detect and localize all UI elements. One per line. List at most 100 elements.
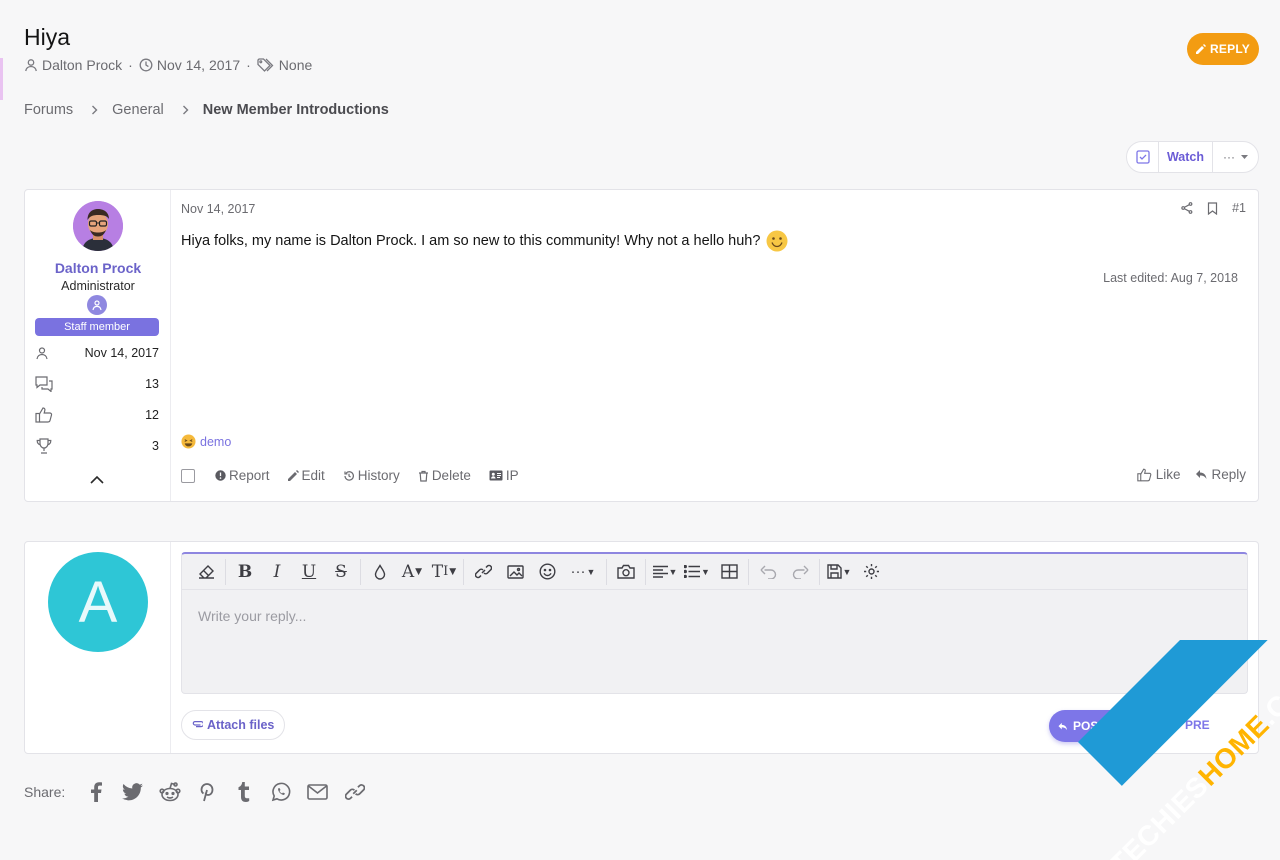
font-size-button[interactable]: T I ▼ [428, 558, 460, 586]
underline-button[interactable]: U [293, 558, 325, 586]
avatar[interactable] [73, 201, 123, 251]
droplet-icon [374, 563, 386, 580]
insert-image-button[interactable] [499, 558, 531, 586]
preview-button[interactable]: PRE [1169, 718, 1210, 732]
stat-reactions: 12 [35, 405, 159, 425]
clear-formatting-button[interactable] [190, 558, 222, 586]
id-card-icon [489, 470, 503, 481]
reddit-icon[interactable] [151, 782, 188, 802]
laughing-emoji-icon [181, 434, 196, 449]
save-icon [826, 564, 842, 579]
breadcrumb-forums[interactable]: Forums [24, 102, 73, 118]
left-accent-bar [0, 58, 3, 100]
stat-joined-value: Nov 14, 2017 [84, 346, 159, 360]
watch-button-group: Watch ··· [1126, 141, 1259, 173]
stat-points: 3 [35, 436, 159, 456]
trash-icon [418, 470, 428, 482]
trophy-icon [35, 438, 53, 454]
link-icon[interactable] [336, 782, 373, 802]
post-select-checkbox[interactable] [181, 468, 195, 483]
checkbox-icon [1135, 150, 1150, 164]
ellipsis-icon: ··· [1223, 150, 1235, 164]
thread-date[interactable]: Nov 14, 2017 [157, 57, 240, 73]
breadcrumb-general[interactable]: General [112, 102, 164, 118]
post-user-info: Dalton Prock Administrator Staff member … [25, 190, 171, 501]
list-button[interactable]: ▼ [681, 558, 713, 586]
facebook-icon[interactable] [77, 782, 114, 802]
clock-icon [139, 58, 153, 72]
delete-button[interactable]: Delete [418, 468, 471, 483]
tumblr-icon[interactable] [225, 782, 262, 802]
editor-toolbar: B I U S A ▼ T I ▼ ··· ▼ ▼ ▼ ▼ [182, 554, 1247, 590]
history-label: History [357, 468, 400, 483]
breadcrumb-new-member-introductions[interactable]: New Member Introductions [203, 102, 389, 118]
font-family-button[interactable]: A ▼ [396, 558, 428, 586]
report-icon [215, 470, 226, 481]
bookmark-icon[interactable] [1207, 201, 1218, 215]
ip-button[interactable]: IP [489, 468, 519, 483]
twitter-icon[interactable] [114, 783, 151, 801]
reply-input[interactable]: Write your reply... [198, 608, 306, 624]
share-bar: Share: [24, 782, 373, 802]
more-options-button[interactable]: ··· [1213, 142, 1258, 172]
insert-media-button[interactable] [610, 558, 642, 586]
reply-editor[interactable]: B I U S A ▼ T I ▼ ··· ▼ ▼ ▼ ▼ Write your… [181, 552, 1248, 694]
ip-label: IP [505, 468, 519, 483]
delete-label: Delete [431, 468, 471, 483]
thread-author[interactable]: Dalton Prock [42, 57, 122, 73]
drafts-button[interactable]: ▼ [823, 558, 855, 586]
insert-emoji-button[interactable] [531, 558, 563, 586]
insert-link-button[interactable] [467, 558, 499, 586]
undo-icon [760, 565, 776, 579]
share-label: Share: [24, 784, 66, 800]
collapse-chevron-up-icon[interactable] [89, 475, 105, 485]
post-date[interactable]: Nov 14, 2017 [181, 202, 255, 216]
strikethrough-button[interactable]: S [325, 558, 357, 586]
insert-table-button[interactable] [713, 558, 745, 586]
italic-button[interactable]: I [261, 558, 293, 586]
share-icon[interactable] [1181, 202, 1193, 214]
redo-button[interactable] [784, 558, 816, 586]
history-button[interactable]: History [343, 468, 400, 483]
like-button[interactable]: Like [1137, 467, 1181, 482]
more-options-button[interactable]: ··· ▼ [563, 558, 603, 586]
avatar-illustration [73, 201, 123, 251]
undo-button[interactable] [752, 558, 784, 586]
align-button[interactable]: ▼ [649, 558, 681, 586]
reactions-bar[interactable]: demo [181, 434, 231, 449]
post-body-text: Hiya folks, my name is Dalton Prock. I a… [181, 233, 761, 249]
reply-button[interactable]: REPLY [1187, 33, 1259, 65]
editor-settings-button[interactable] [855, 558, 887, 586]
edit-label: Edit [301, 468, 325, 483]
text-color-button[interactable] [364, 558, 396, 586]
smile-emoji-icon [766, 230, 788, 252]
whatsapp-icon[interactable] [262, 782, 299, 802]
attach-files-button[interactable]: Attach files [181, 710, 286, 740]
user-icon [24, 58, 38, 72]
post-actions-right: Like Reply [1137, 467, 1246, 482]
preview-label: PRE [1185, 718, 1210, 732]
chevron-right-icon [91, 105, 98, 115]
thread-title: Hiya [24, 24, 71, 50]
email-icon[interactable] [299, 784, 336, 800]
gear-icon [863, 564, 879, 579]
edit-button[interactable]: Edit [287, 468, 325, 483]
post-message: Dalton Prock Administrator Staff member … [24, 189, 1259, 502]
user-badge-icon [87, 295, 107, 315]
pinterest-icon[interactable] [188, 782, 225, 802]
reaction-user[interactable]: demo [200, 435, 231, 449]
select-checkbox[interactable] [1127, 142, 1159, 172]
post-reply-button[interactable]: POST REPLY [1049, 710, 1157, 742]
post-username[interactable]: Dalton Prock [25, 260, 171, 276]
eye-icon [1169, 720, 1181, 730]
post-reply-link[interactable]: Reply [1196, 467, 1246, 482]
watch-button[interactable]: Watch [1159, 142, 1213, 172]
redo-icon [792, 565, 808, 579]
bold-button[interactable]: B [229, 558, 261, 586]
avatar: A [48, 552, 148, 652]
pencil-icon [287, 470, 299, 481]
post-number[interactable]: #1 [1232, 201, 1246, 215]
like-label: Like [1155, 467, 1181, 482]
history-icon [344, 470, 354, 481]
report-button[interactable]: Report [215, 468, 270, 483]
